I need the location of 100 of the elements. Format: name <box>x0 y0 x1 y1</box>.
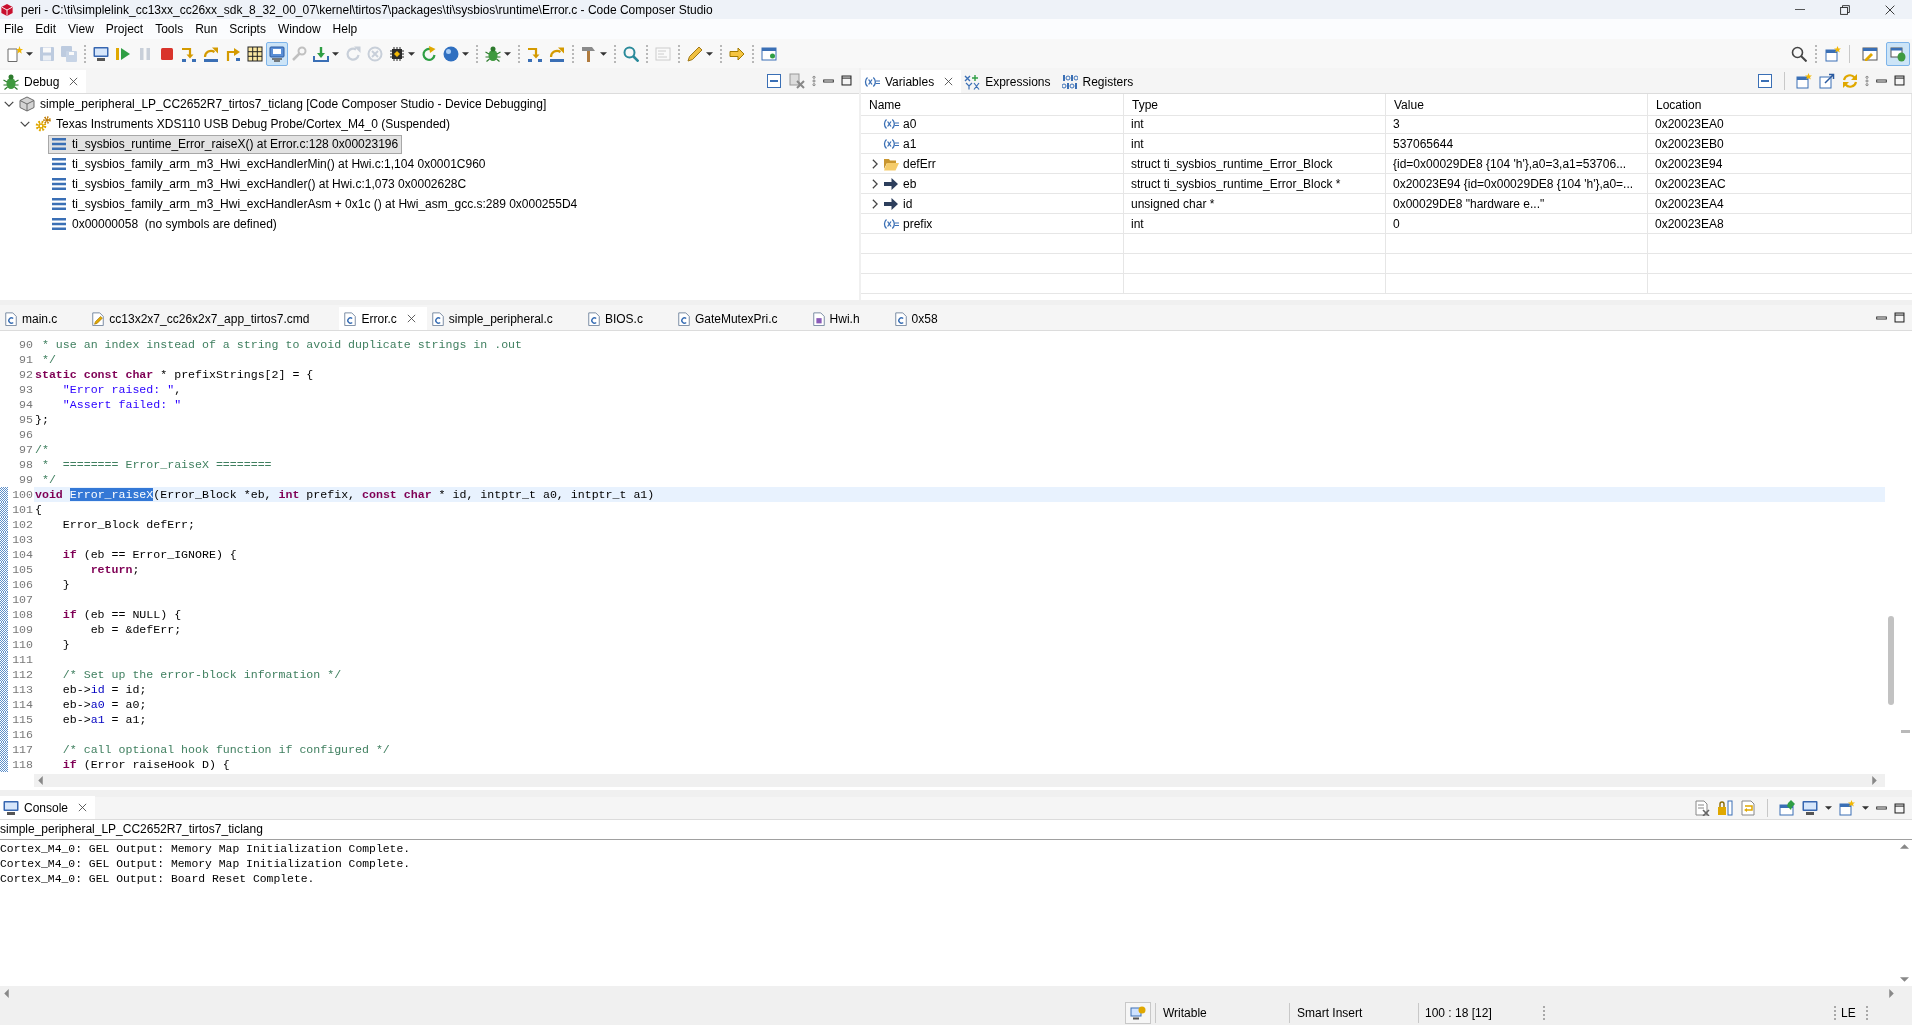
menu-item[interactable]: Scripts <box>223 19 272 39</box>
variable-icon <box>883 218 899 229</box>
tree-item[interactable]: ti_sysbios_family_arm_m3_Hwi_excHandlerMin() at Hwi.c:1,104 0x0001C960 <box>48 154 490 174</box>
collapse-all-icon[interactable] <box>766 72 782 89</box>
panel-tab[interactable]: Registers <box>1058 70 1142 93</box>
panel-tab[interactable]: Variables <box>861 70 962 93</box>
caret-icon[interactable] <box>706 51 713 56</box>
left-arrow-icon[interactable] <box>4 988 9 998</box>
scrollbar[interactable] <box>0 986 1912 1000</box>
code-line: } <box>61 577 71 592</box>
left-arrow-icon[interactable] <box>38 776 43 785</box>
column-header[interactable]: Location <box>1648 94 1912 116</box>
caret-icon[interactable] <box>504 51 511 56</box>
down-arrow-icon[interactable] <box>1900 977 1909 982</box>
column-header[interactable]: Value <box>1386 94 1648 116</box>
window-add-icon[interactable] <box>1825 45 1841 62</box>
window-add-icon[interactable] <box>1839 800 1855 816</box>
panel-tab[interactable]: Debug <box>0 70 87 93</box>
editor-tab[interactable]: Hwi.h <box>807 307 890 330</box>
menu-item[interactable]: Run <box>189 19 224 39</box>
view-menu-icon[interactable] <box>1865 74 1869 87</box>
minimize-icon[interactable] <box>1876 78 1887 83</box>
bug-icon[interactable] <box>485 45 501 62</box>
close-icon[interactable] <box>78 803 88 812</box>
menu-item[interactable]: View <box>62 19 100 39</box>
download-icon[interactable] <box>313 45 329 62</box>
right-arrow-icon[interactable] <box>1872 776 1877 785</box>
tree-item[interactable]: ti_sysbios_family_arm_m3_Hwi_excHandler() at Hwi.c:1,073 0x0002628C <box>48 174 471 194</box>
close-icon[interactable] <box>944 77 954 86</box>
editor-tab[interactable]: cc13x2x7_cc26x2x7_app_tirtos7.cmd <box>87 307 340 330</box>
menu-item[interactable]: Help <box>326 19 364 39</box>
scrollbar-thumb[interactable] <box>1888 616 1894 705</box>
caret-icon[interactable] <box>1862 806 1869 810</box>
menu-item[interactable]: Project <box>99 19 150 39</box>
tree-item[interactable]: ti_sysbios_family_arm_m3_Hwi_excHandlerAsm + 0x1c () at Hwi_asm_gcc.s:289 0x000255D4 <box>48 194 582 214</box>
right-arrow-icon[interactable] <box>1889 988 1894 998</box>
editor-tab[interactable]: 0x58 <box>889 307 968 330</box>
search-icon[interactable] <box>1791 45 1807 62</box>
maximize-icon[interactable] <box>841 75 852 86</box>
chip-icon[interactable] <box>389 45 405 62</box>
up-arrow-icon[interactable] <box>1900 844 1909 849</box>
scrollbar[interactable] <box>34 774 1885 787</box>
line-number: 99 <box>18 472 34 487</box>
menu-item[interactable]: Tools <box>149 19 190 39</box>
editor-tab[interactable]: Error.c <box>339 307 427 330</box>
chevron-right-icon[interactable] <box>872 198 878 209</box>
chevron-right-icon[interactable] <box>872 178 878 189</box>
window-add-icon[interactable] <box>1796 72 1812 89</box>
caret-icon[interactable] <box>462 51 469 56</box>
tree-item[interactable]: 0x00000058 (no symbols are defined) <box>48 214 281 234</box>
chevron-down-icon[interactable] <box>4 101 14 107</box>
maximize-icon[interactable] <box>1894 75 1905 86</box>
table-cell: int <box>1131 216 1144 231</box>
menu-item[interactable]: Window <box>271 19 327 39</box>
column-header[interactable]: Name <box>861 94 1124 116</box>
caret-icon[interactable] <box>332 51 339 56</box>
editor-tab[interactable]: GateMutexPri.c <box>672 307 808 330</box>
console-title: simple_peripheral_LP_CC2652R7_tirtos7_ticlang <box>0 822 263 836</box>
pen-icon[interactable] <box>687 45 703 62</box>
minimize-icon[interactable] <box>1876 806 1887 810</box>
line-number: 96 <box>18 427 34 442</box>
code-line: /* <box>34 442 50 457</box>
export-icon[interactable] <box>1819 72 1835 89</box>
view-menu-icon[interactable] <box>812 74 816 87</box>
editor-tab[interactable]: BIOS.c <box>582 307 673 330</box>
tree-item[interactable]: simple_peripheral_LP_CC2652R7_tirtos7_ticlang [Code Composer Studio - Device Debugging] <box>16 94 551 114</box>
remove-all-icon[interactable] <box>789 72 805 89</box>
maximize-icon[interactable] <box>1894 312 1905 323</box>
caret-icon[interactable] <box>1825 806 1832 810</box>
chevron-right-icon[interactable] <box>872 158 878 169</box>
menu-item[interactable]: Edit <box>29 19 63 39</box>
caret-icon[interactable] <box>600 51 607 56</box>
chevron-down-icon[interactable] <box>20 121 30 127</box>
scroll-lock-icon[interactable] <box>1717 800 1733 816</box>
tree-item[interactable]: ti_sysbios_runtime_Error_raiseX() at Error.c:128 0x00023196 <box>48 134 403 154</box>
maximize-icon[interactable] <box>1894 802 1905 814</box>
minimize-icon[interactable] <box>1876 315 1887 320</box>
tree-item[interactable]: Texas Instruments XDS110 USB Debug Probe/Cortex_M4_0 (Suspended) <box>32 114 454 134</box>
new-file-icon[interactable] <box>7 45 23 62</box>
variable-name: eb <box>903 176 917 191</box>
panel-tab[interactable]: Console <box>0 796 96 819</box>
editor-tab[interactable]: main.c <box>0 307 88 330</box>
stack-frame-icon <box>51 156 67 172</box>
editor-tab[interactable]: simple_peripheral.c <box>426 307 583 330</box>
caret-icon[interactable] <box>408 51 415 56</box>
sphere-icon[interactable] <box>443 45 459 62</box>
caret-icon[interactable] <box>26 51 33 56</box>
collapse-all-icon[interactable] <box>1757 72 1773 89</box>
close-icon[interactable] <box>406 314 416 323</box>
column-header[interactable]: Type <box>1124 94 1386 116</box>
table-cell: 0x20023E94 <box>1655 156 1723 171</box>
pin-icon[interactable] <box>1779 800 1795 816</box>
variable-name: a1 <box>903 136 917 151</box>
panel-tab[interactable]: Expressions <box>961 70 1059 93</box>
minimize-icon[interactable] <box>823 78 834 83</box>
monitor-icon[interactable] <box>1802 800 1818 816</box>
menu-item[interactable]: File <box>0 19 30 39</box>
clear-console-icon[interactable] <box>1694 800 1710 816</box>
close-icon[interactable] <box>69 77 79 86</box>
line-number: 111 <box>11 652 34 667</box>
